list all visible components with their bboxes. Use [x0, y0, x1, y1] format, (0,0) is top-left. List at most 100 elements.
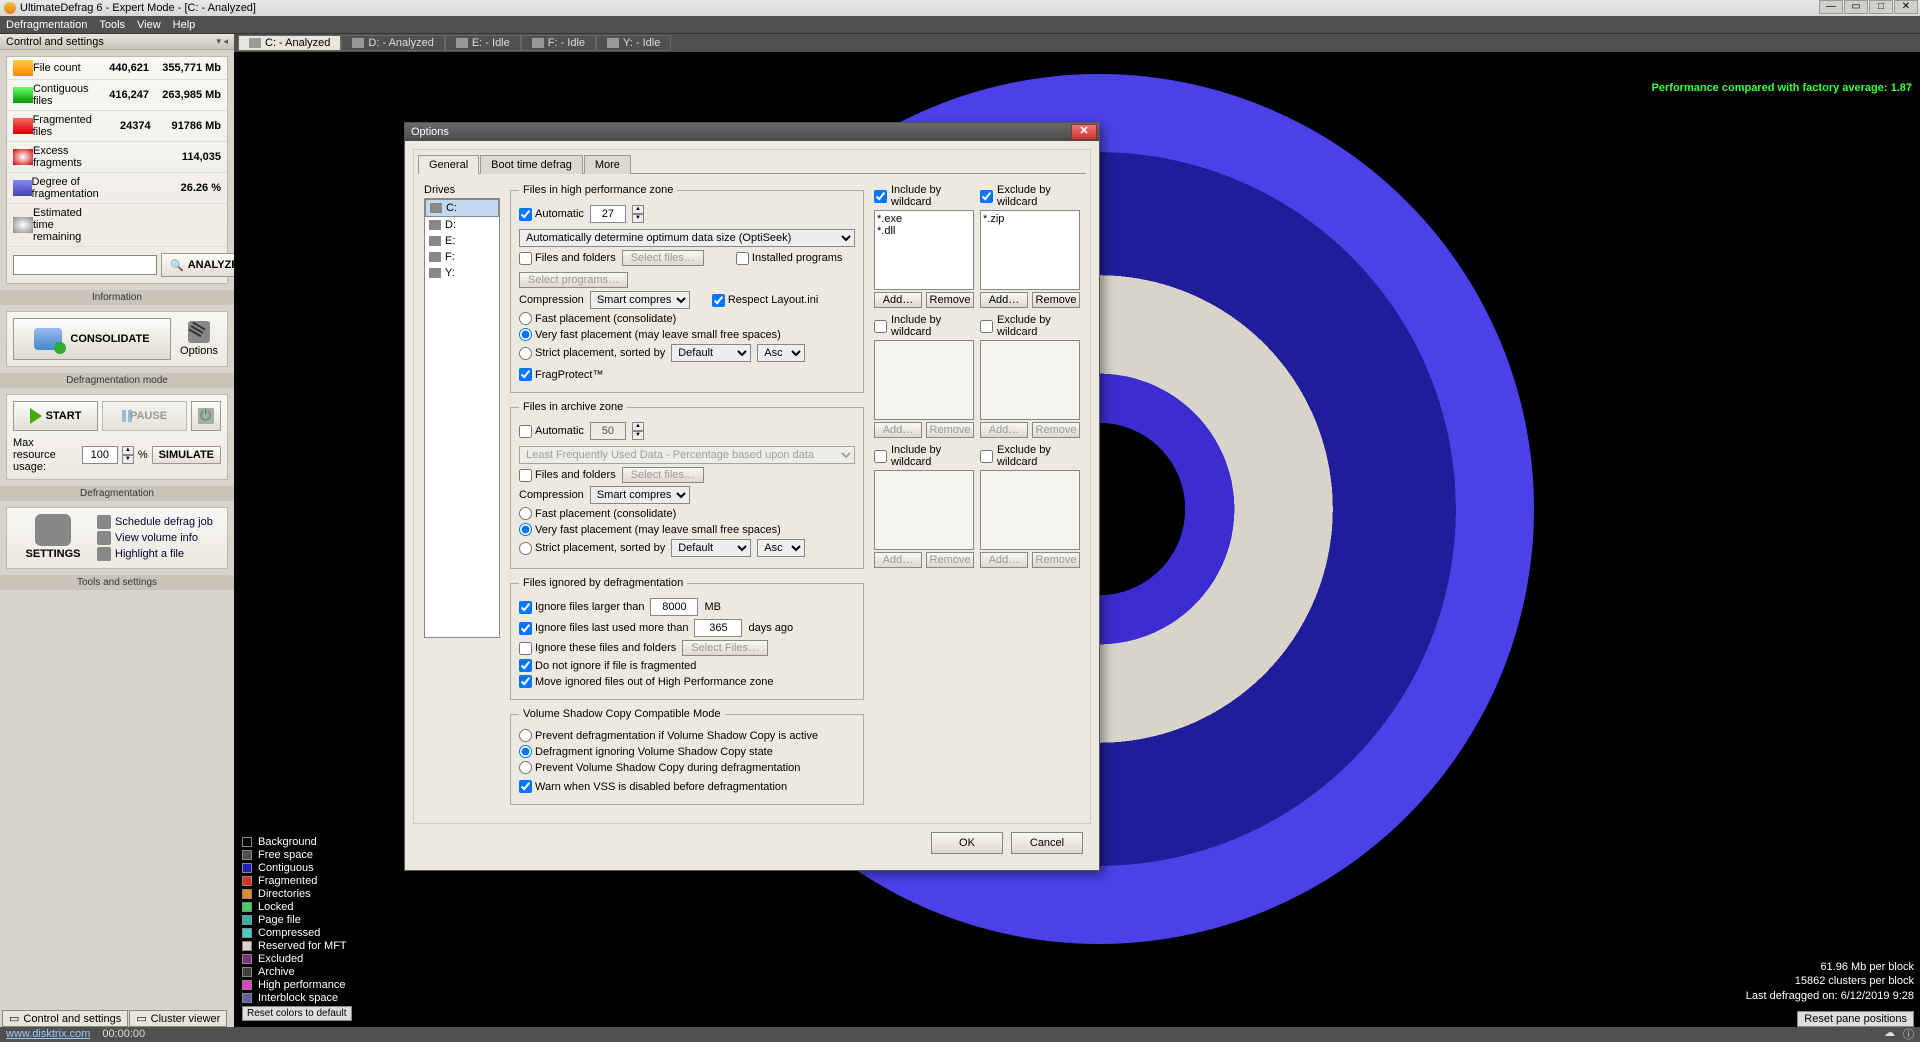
minimize-button[interactable]: — [1819, 0, 1843, 14]
hp-radio-strict[interactable]: Strict placement, sorted by [519, 347, 665, 360]
dialog-close-button[interactable]: ✕ [1071, 124, 1097, 140]
legend-item[interactable]: Compressed [242, 927, 352, 939]
sidebar-header[interactable]: Control and settings ▾ ◂ [0, 34, 234, 50]
wc-include-check-1[interactable] [874, 190, 887, 203]
ignore-select-files[interactable]: Select Files… [682, 640, 768, 656]
ok-button[interactable]: OK [931, 832, 1003, 854]
hp-compression[interactable]: Smart compress [590, 291, 690, 309]
ignore-older-check[interactable]: Ignore files last used more than [519, 622, 688, 635]
tool-volume-info[interactable]: View volume info [97, 530, 221, 546]
spin-down[interactable]: ▼ [122, 455, 134, 464]
tab-more[interactable]: More [584, 155, 631, 174]
wc-exclude-check-2[interactable] [980, 320, 993, 333]
simulate-button[interactable]: SIMULATE [152, 446, 221, 464]
cancel-button[interactable]: Cancel [1011, 832, 1083, 854]
legend-item[interactable]: Background [242, 836, 352, 848]
move-ignored-check[interactable]: Move ignored files out of High Performan… [519, 675, 773, 688]
wc-exclude-check-1[interactable] [980, 190, 993, 203]
bottom-tab-cluster[interactable]: ▭Cluster viewer [129, 1010, 227, 1027]
hp-select-programs[interactable]: Select programs… [519, 272, 628, 288]
stop-button[interactable] [191, 401, 221, 431]
drives-list[interactable]: C: D: E: F: Y: [424, 198, 500, 638]
drive-tab-e[interactable]: E: - Idle [445, 35, 521, 51]
wc-add-2b[interactable]: Add… [980, 422, 1028, 438]
ar-auto-value[interactable] [590, 422, 626, 440]
options-button[interactable]: Options [177, 321, 221, 357]
do-not-ignore-check[interactable]: Do not ignore if file is fragmented [519, 659, 696, 672]
wc-remove-2a[interactable]: Remove [926, 422, 974, 438]
resource-input[interactable] [82, 446, 118, 464]
ignore-larger-check[interactable]: Ignore files larger than [519, 601, 644, 614]
menu-tools[interactable]: Tools [99, 19, 125, 31]
legend-item[interactable]: Reserved for MFT [242, 940, 352, 952]
wc-remove-3b[interactable]: Remove [1032, 552, 1080, 568]
legend-item[interactable]: High performance [242, 979, 352, 991]
close-button[interactable]: ✕ [1894, 0, 1918, 14]
ignore-larger-value[interactable] [650, 598, 698, 616]
tool-highlight[interactable]: Highlight a file [97, 546, 221, 562]
restore-button[interactable]: ▭ [1844, 0, 1868, 14]
vss-radio-prevent-during[interactable]: Prevent Volume Shadow Copy during defrag… [519, 761, 800, 774]
ignore-these-check[interactable]: Ignore these files and folders [519, 642, 676, 655]
ar-radio-strict[interactable]: Strict placement, sorted by [519, 542, 665, 555]
wc-add-3a[interactable]: Add… [874, 552, 922, 568]
drive-item-f[interactable]: F: [425, 249, 499, 265]
hp-sort-by[interactable]: Default [671, 344, 751, 362]
wc-add-1a[interactable]: Add… [874, 292, 922, 308]
wc-include-check-3[interactable] [874, 450, 887, 463]
ar-radio-fast[interactable]: Fast placement (consolidate) [519, 507, 676, 520]
wc-include-check-2[interactable] [874, 320, 887, 333]
hp-respect-check[interactable]: Respect Layout.ini [712, 294, 819, 307]
wc-exclude-check-3[interactable] [980, 450, 993, 463]
ar-auto-check[interactable]: Automatic [519, 425, 584, 438]
hp-fragprotect-check[interactable]: FragProtect™ [519, 368, 603, 381]
ar-auto-mode[interactable]: Least Frequently Used Data - Percentage … [519, 446, 855, 464]
tool-schedule[interactable]: Schedule defrag job [97, 514, 221, 530]
ar-sort-dir[interactable]: Asc [757, 539, 805, 557]
maximize-button[interactable]: □ [1869, 0, 1893, 14]
pause-button[interactable]: PAUSE [102, 401, 187, 431]
menu-view[interactable]: View [137, 19, 161, 31]
status-url[interactable]: www.disktrix.com [6, 1028, 90, 1040]
ignore-older-value[interactable] [694, 619, 742, 637]
drive-tab-d[interactable]: D: - Analyzed [341, 35, 444, 51]
legend-item[interactable]: Excluded [242, 953, 352, 965]
hp-radio-fast[interactable]: Fast placement (consolidate) [519, 312, 676, 325]
bottom-tab-control[interactable]: ▭Control and settings [2, 1010, 128, 1027]
drive-item-d[interactable]: D: [425, 217, 499, 233]
ar-select-files[interactable]: Select files… [622, 467, 704, 483]
start-button[interactable]: START [13, 401, 98, 431]
dialog-titlebar[interactable]: Options ✕ [405, 123, 1099, 141]
hp-auto-mode[interactable]: Automatically determine optimum data siz… [519, 229, 855, 247]
tab-boot-time[interactable]: Boot time defrag [480, 155, 583, 174]
reset-positions-button[interactable]: Reset pane positions [1797, 1011, 1914, 1027]
wc-exclude-list-1[interactable]: *.zip [980, 210, 1080, 290]
legend-item[interactable]: Fragmented [242, 875, 352, 887]
menu-help[interactable]: Help [173, 19, 196, 31]
legend-item[interactable]: Locked [242, 901, 352, 913]
ar-radio-veryfast[interactable]: Very fast placement (may leave small fre… [519, 523, 781, 536]
legend-item[interactable]: Page file [242, 914, 352, 926]
consolidate-button[interactable]: CONSOLIDATE [13, 318, 171, 360]
drive-tab-c[interactable]: C: - Analyzed [238, 35, 341, 51]
wc-remove-1a[interactable]: Remove [926, 292, 974, 308]
vss-radio-ignore[interactable]: Defragment ignoring Volume Shadow Copy s… [519, 745, 773, 758]
legend-item[interactable]: Directories [242, 888, 352, 900]
drive-item-c[interactable]: C: [425, 199, 499, 217]
ar-compression[interactable]: Smart compress [590, 486, 690, 504]
drive-tab-y[interactable]: Y: - Idle [596, 35, 671, 51]
vss-warn-check[interactable]: Warn when VSS is disabled before defragm… [519, 780, 787, 793]
wc-add-1b[interactable]: Add… [980, 292, 1028, 308]
drive-item-e[interactable]: E: [425, 233, 499, 249]
ar-sort-by[interactable]: Default [671, 539, 751, 557]
hp-auto-check[interactable]: Automatic [519, 208, 584, 221]
wc-include-list-1[interactable]: *.exe*.dll [874, 210, 974, 290]
wc-remove-2b[interactable]: Remove [1032, 422, 1080, 438]
vss-radio-prevent[interactable]: Prevent defragmentation if Volume Shadow… [519, 729, 818, 742]
legend-item[interactable]: Interblock space [242, 992, 352, 1004]
hp-files-folders-check[interactable]: Files and folders [519, 252, 616, 265]
hp-radio-veryfast[interactable]: Very fast placement (may leave small fre… [519, 328, 781, 341]
tab-general[interactable]: General [418, 155, 479, 174]
hp-installed-check[interactable]: Installed programs [736, 252, 843, 265]
drive-tab-f[interactable]: F: - Idle [521, 35, 596, 51]
